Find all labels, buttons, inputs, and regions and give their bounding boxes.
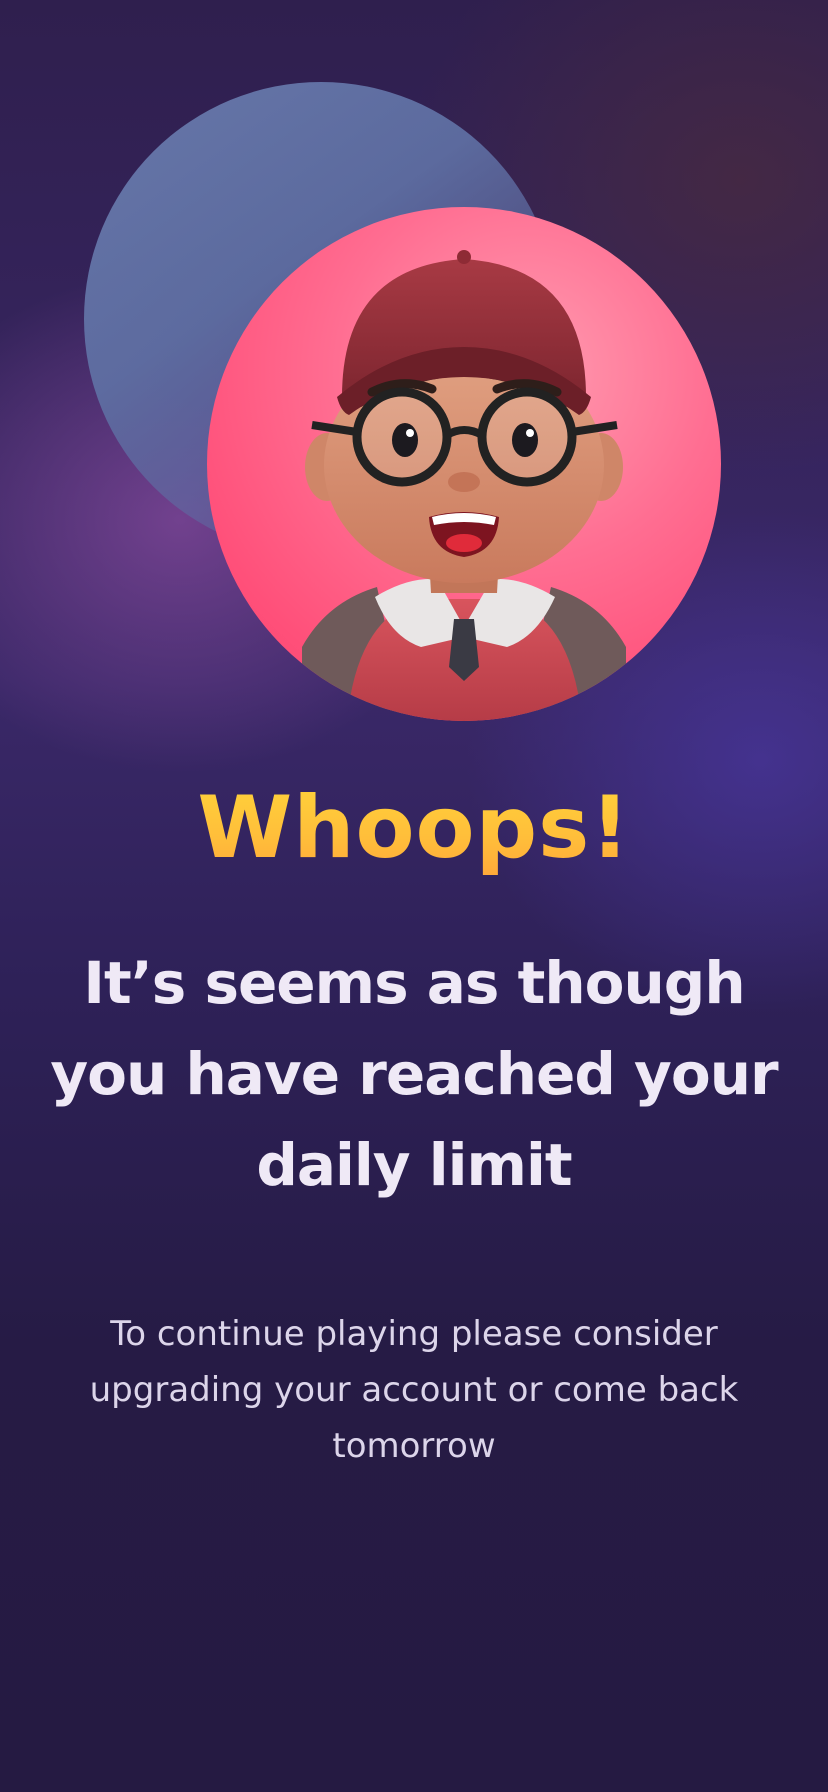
limit-message-heading: It’s seems as though you have reached yo… — [50, 949, 778, 1199]
avatar-illustration — [207, 207, 721, 721]
page-title: Whoops! — [0, 778, 828, 878]
cartoon-avatar-icon — [302, 250, 626, 721]
upgrade-message: To continue playing please consider upgr… — [89, 1314, 739, 1466]
